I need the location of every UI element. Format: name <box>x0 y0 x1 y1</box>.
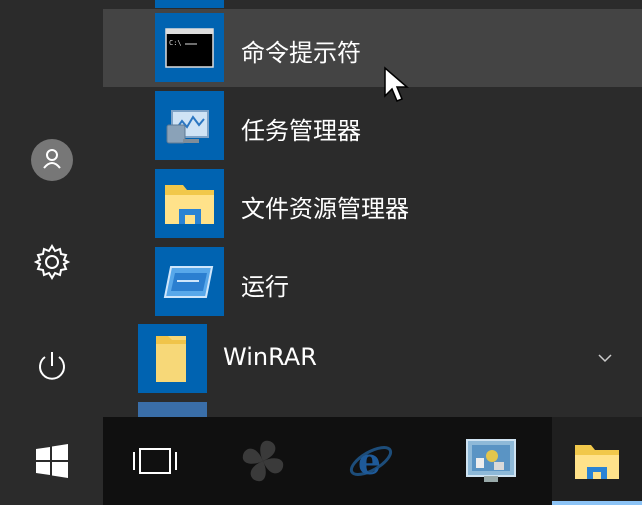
list-item-run[interactable]: 运行 <box>103 243 642 321</box>
file-explorer-icon <box>575 445 619 479</box>
command-prompt-icon: C:\ <box>165 28 214 68</box>
taskbar: e <box>0 417 642 505</box>
tile <box>138 324 207 393</box>
svg-text:e: e <box>358 441 381 483</box>
fan-icon <box>242 440 284 482</box>
list-item-task-manager[interactable]: 任务管理器 <box>103 87 642 165</box>
group-label: WinRAR <box>223 343 317 371</box>
task-manager-icon <box>166 110 209 144</box>
list-item-file-explorer[interactable]: 文件资源管理器 <box>103 165 642 243</box>
tile <box>155 247 224 316</box>
chevron-down-icon[interactable] <box>597 353 613 363</box>
user-icon <box>31 139 73 181</box>
tile <box>155 91 224 160</box>
start-button[interactable] <box>0 417 103 505</box>
task-view-button[interactable] <box>110 417 200 505</box>
start-menu-list: C:\ 命令提示符 任务管理器 文件资源管理器 运行 WinRAR <box>103 0 642 417</box>
item-label: 文件资源管理器 <box>241 195 409 223</box>
tile: C:\ <box>155 13 224 82</box>
mouse-cursor-icon <box>384 66 410 102</box>
list-item-command-prompt[interactable]: C:\ 命令提示符 <box>103 9 642 87</box>
file-explorer-taskbar-button[interactable] <box>552 417 642 505</box>
file-explorer-icon <box>165 185 214 224</box>
task-view-icon <box>133 448 177 474</box>
svg-text:C:\: C:\ <box>169 39 182 47</box>
run-icon <box>163 266 214 298</box>
settings-button[interactable] <box>26 236 78 288</box>
folder-icon <box>156 336 186 382</box>
group-winrar[interactable]: WinRAR <box>103 321 642 399</box>
windows-logo-icon <box>35 444 68 478</box>
partial-tile <box>155 0 224 8</box>
tile <box>155 169 224 238</box>
internet-explorer-icon: e <box>349 441 393 483</box>
active-indicator <box>552 501 642 505</box>
control-panel-icon <box>466 439 516 482</box>
item-label: 任务管理器 <box>241 117 361 145</box>
user-account-button[interactable] <box>26 134 78 186</box>
partial-tile <box>138 402 207 417</box>
control-panel-button[interactable] <box>446 417 536 505</box>
gear-icon <box>33 244 71 280</box>
start-menu-rail <box>0 0 103 417</box>
item-label: 命令提示符 <box>241 39 361 67</box>
item-label: 运行 <box>241 273 289 301</box>
internet-explorer-button[interactable]: e <box>326 417 416 505</box>
taskbar-app-button[interactable] <box>218 417 308 505</box>
power-icon <box>39 352 65 380</box>
power-button[interactable] <box>26 340 78 392</box>
